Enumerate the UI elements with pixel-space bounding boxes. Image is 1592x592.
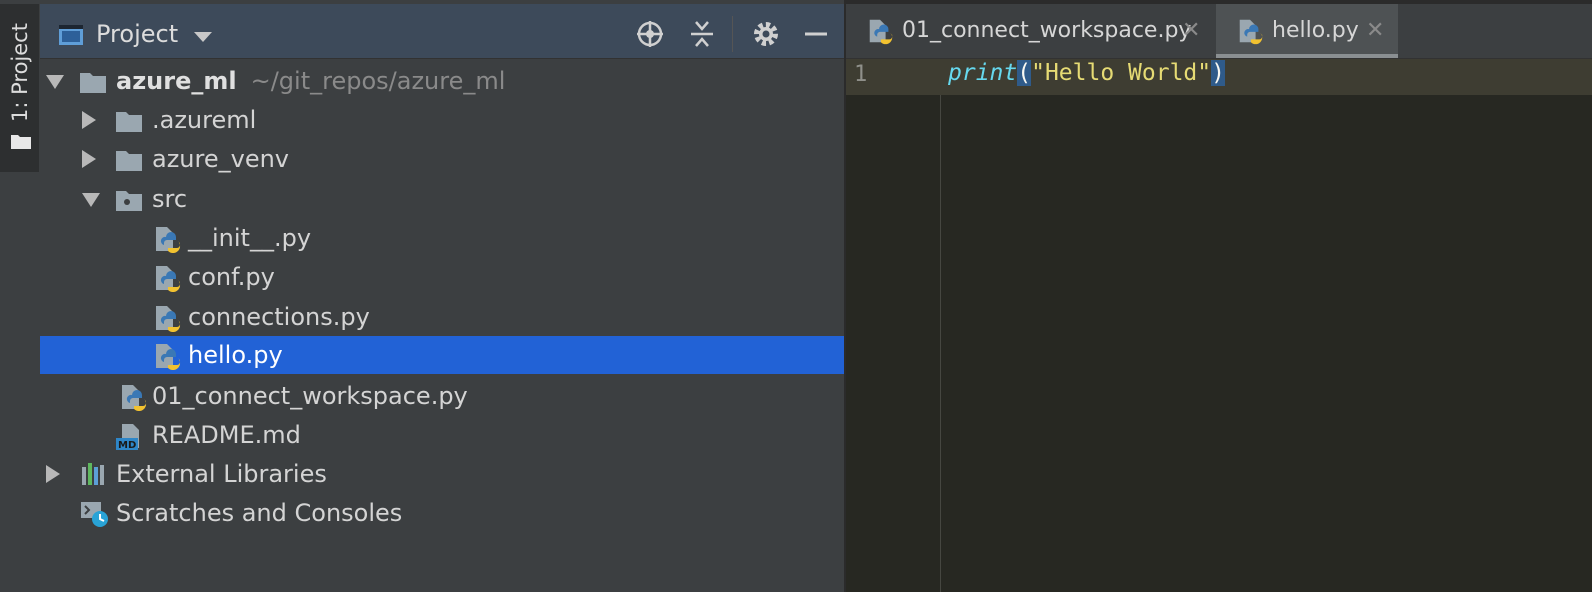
tree-item-label: azure_venv [152,145,290,173]
tree-item-label: 01_connect_workspace.py [152,382,468,410]
editor-tab-bar: 01_connect_workspace.py ✕ hello.py ✕ [846,4,1592,59]
expand-arrow-icon[interactable] [82,193,100,207]
tree-item-label: connections.py [188,303,370,331]
line-number-gutter [846,59,941,592]
expand-arrow-icon[interactable] [46,75,64,89]
tree-item-external-libraries[interactable]: External Libraries [40,455,844,493]
tree-item-label: conf.py [188,263,275,291]
tree-item-label: Scratches and Consoles [116,499,403,527]
python-file-icon [156,344,181,370]
python-file-icon [122,385,147,411]
python-file-icon [156,227,181,253]
tree-item-hello-py[interactable]: hello.py [40,336,844,374]
code-open-paren: ( [1017,60,1032,86]
expand-arrow-icon[interactable] [82,111,96,129]
markdown-file-icon: MD [116,424,139,450]
tree-item-label: src [152,185,188,213]
code-editor[interactable] [941,59,1592,592]
collapse-all-icon[interactable] [686,18,718,50]
tree-item-connections-py[interactable]: connections.py [40,298,844,336]
code-function-name: print [948,60,1018,86]
python-file-icon [156,266,181,292]
tree-item-label: External Libraries [116,460,327,488]
code-string: "Hello World" [1031,60,1212,86]
hide-panel-icon[interactable] [800,18,832,50]
folder-icon [116,151,142,171]
tree-item-label: hello.py [188,341,283,369]
tab-label: hello.py [1272,18,1359,43]
libraries-icon [82,463,104,485]
tree-item-readme-md[interactable]: MD README.md [40,416,844,454]
package-folder-icon [116,191,142,211]
code-line[interactable]: print("Hello World") [948,60,1225,86]
svg-text:MD: MD [118,440,136,450]
tree-item-connect-workspace-py[interactable]: 01_connect_workspace.py [40,377,844,415]
tree-item-scratches-and-consoles[interactable]: Scratches and Consoles [40,494,844,532]
tree-item-label: __init__.py [188,224,312,252]
python-file-icon [156,306,181,332]
folder-icon [80,73,106,93]
project-tool-window-button[interactable]: 1: Project [0,4,39,172]
tree-item-conf-py[interactable]: conf.py [40,258,844,296]
locate-file-icon[interactable] [634,18,666,50]
python-file-icon [869,19,893,45]
tree-item-init-py[interactable]: __init__.py [40,219,844,257]
tree-item-azureml[interactable]: .azureml [40,101,844,139]
tree-item-label: azure_ml [116,67,237,95]
expand-arrow-icon[interactable] [46,465,60,483]
tab-hello-py[interactable]: hello.py ✕ [1216,4,1398,58]
project-tool-window-label: 1: Project [8,23,32,122]
line-number: 1 [854,62,868,87]
tab-label: 01_connect_workspace.py [902,18,1192,43]
close-icon[interactable]: ✕ [1366,18,1384,43]
tree-item-azure-venv[interactable]: azure_venv [40,140,844,178]
tool-window-strip: 1: Project [0,0,41,592]
project-panel: Project azure_ml ~/git_repos/azure_ml .a… [40,0,844,592]
expand-arrow-icon[interactable] [82,150,96,168]
tree-item-label: .azureml [152,106,257,134]
folder-icon [11,135,31,149]
header-divider [732,16,733,52]
tree-item-azure-ml[interactable]: azure_ml ~/git_repos/azure_ml [40,62,844,100]
close-icon[interactable]: ✕ [1182,18,1200,43]
tree-item-label: README.md [152,421,301,449]
python-file-icon [1239,19,1263,45]
gear-icon[interactable] [750,18,782,50]
folder-icon [116,112,142,132]
project-panel-header: Project [40,4,844,59]
tree-item-path-hint: ~/git_repos/azure_ml [250,67,506,95]
scratches-icon [81,502,108,527]
tree-item-src[interactable]: src [40,180,844,218]
active-tab-indicator [1216,54,1398,58]
tab-connect-workspace-py[interactable]: 01_connect_workspace.py ✕ [846,4,1216,58]
code-close-paren: ) [1211,60,1225,86]
project-view-title[interactable]: Project [96,20,178,48]
project-window-icon [59,25,83,45]
chevron-down-icon[interactable] [194,32,212,42]
